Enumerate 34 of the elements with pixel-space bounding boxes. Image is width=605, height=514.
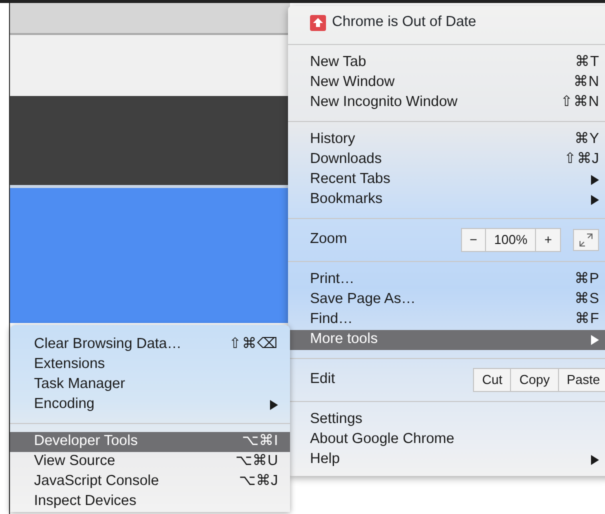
edit-label: Edit	[310, 370, 335, 390]
menu-item[interactable]: View Source ⌥⌘U	[10, 452, 290, 472]
menu-item[interactable]: Print… ⌘P	[288, 270, 605, 290]
menu-item[interactable]: Inspect Devices	[10, 492, 290, 512]
menu-item[interactable]: History ⌘Y	[288, 130, 605, 150]
update-icon	[310, 15, 326, 31]
menu-item[interactable]: Developer Tools ⌥⌘I	[10, 432, 290, 452]
zoom-label: Zoom	[310, 230, 348, 250]
menu-item[interactable]: Recent Tabs	[288, 170, 605, 190]
zoom-in-button[interactable]: +	[535, 229, 560, 251]
menu-item[interactable]: JavaScript Console ⌥⌘J	[10, 472, 290, 492]
edit-button[interactable]: Cut	[474, 369, 510, 391]
menu-item[interactable]: Settings	[288, 410, 605, 430]
edit-button[interactable]: Copy	[510, 369, 558, 391]
menu-item[interactable]: Find… ⌘F	[288, 310, 605, 330]
menu-item[interactable]: About Google Chrome	[288, 430, 605, 450]
menu-item[interactable]: Extensions	[10, 355, 290, 375]
fullscreen-icon	[579, 233, 593, 247]
menu-item[interactable]: New Tab ⌘T	[288, 53, 605, 73]
menu-item[interactable]: Clear Browsing Data… ⇧⌘⌫	[10, 335, 290, 355]
menu-item[interactable]: Downloads ⇧⌘J	[288, 150, 605, 170]
zoom-level: 100%	[485, 229, 536, 251]
menu-item[interactable]: New Window ⌘N	[288, 73, 605, 93]
menu-item[interactable]: Encoding	[10, 395, 290, 415]
fullscreen-button[interactable]	[573, 229, 599, 251]
menu-item[interactable]: New Incognito Window ⇧⌘N	[288, 93, 605, 113]
menu-item[interactable]: Bookmarks	[288, 190, 605, 210]
menu-item[interactable]: Save Page As… ⌘S	[288, 290, 605, 310]
menu-item[interactable]: Task Manager	[10, 375, 290, 395]
menu-item[interactable]: More tools	[288, 330, 605, 350]
menu-item[interactable]: Help	[288, 450, 605, 470]
menu-item[interactable]: Chrome is Out of Date	[288, 10, 605, 36]
edit-button[interactable]: Paste	[558, 369, 605, 391]
zoom-out-button[interactable]: −	[462, 229, 486, 251]
